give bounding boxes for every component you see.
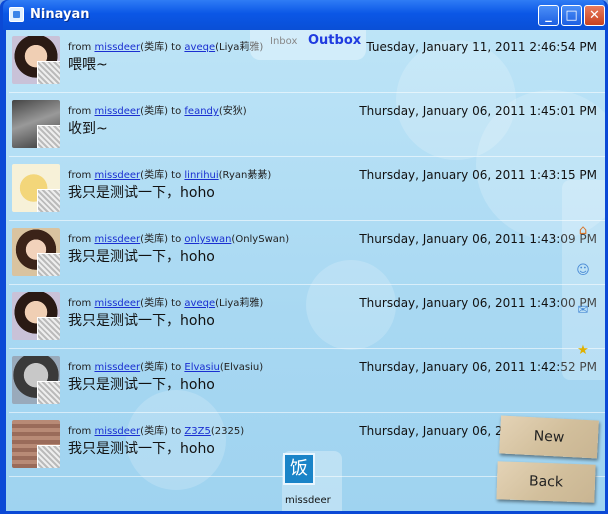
tab-inbox[interactable]: Inbox (270, 36, 297, 47)
new-button[interactable]: New (499, 415, 599, 459)
sidebar-toolbar: ⌂ ☺ ✉ ★ (562, 180, 605, 380)
message-meta: from missdeer(类库) to aveqe(Liya莉雅) (68, 294, 263, 309)
message-timestamp: Tuesday, January 11, 2011 2:46:54 PM (366, 40, 597, 54)
message-timestamp: Thursday, January 06, 2011 1:45:01 PM (359, 104, 597, 118)
sender-avatar[interactable] (12, 420, 60, 468)
sender-link[interactable]: missdeer (94, 234, 140, 245)
recipient-link[interactable]: aveqe (184, 42, 215, 53)
sender-alias: (类库) (140, 298, 168, 309)
sender-link[interactable]: missdeer (94, 426, 140, 437)
message-row[interactable]: from missdeer(类库) to Elvasiu(Elvasiu) 我只是… (9, 350, 605, 413)
sender-link[interactable]: missdeer (94, 42, 140, 53)
recipient-link[interactable]: Z3Z5 (184, 426, 210, 437)
to-label: to (171, 106, 182, 117)
sender-alias: (类库) (140, 106, 168, 117)
from-label: from (68, 234, 92, 245)
recipient-alias: (Elvasiu) (219, 362, 264, 373)
recipient-link[interactable]: Elvasiu (184, 362, 219, 373)
recipient-link[interactable]: onlyswan (184, 234, 231, 245)
sender-alias: (类库) (140, 362, 168, 373)
sender-link[interactable]: missdeer (94, 298, 140, 309)
sender-link[interactable]: missdeer (94, 362, 140, 373)
message-text: 喂喂~ (68, 57, 108, 73)
title-bar[interactable]: Ninayan _ □ ✕ (3, 0, 605, 30)
recipient-avatar-thumb (37, 189, 60, 212)
to-label: to (171, 170, 182, 181)
app-window-icon[interactable] (9, 7, 24, 22)
mailbox-tabs: Inbox Outbox (250, 30, 366, 60)
message-text: 我只是测试一下，hoho (68, 377, 215, 393)
close-button[interactable]: ✕ (584, 5, 605, 26)
star-icon[interactable]: ★ (574, 342, 592, 360)
to-label: to (171, 234, 182, 245)
message-text: 我只是测试一下，hoho (68, 249, 215, 265)
recipient-alias: (2325) (210, 426, 245, 437)
current-user-logo[interactable]: 饭 (283, 453, 315, 485)
app-window: Ninayan _ □ ✕ from missdeer(类库) to aveqe… (0, 0, 608, 514)
message-timestamp: Thursday, January 06, 2011 1:43:15 PM (359, 168, 597, 182)
sender-alias: (类库) (140, 42, 168, 53)
message-row[interactable]: from missdeer(类库) to onlyswan(OnlySwan) 我… (9, 222, 605, 285)
recipient-avatar-thumb (37, 253, 60, 276)
sender-avatar[interactable] (12, 164, 60, 212)
recipient-avatar-thumb (37, 381, 60, 404)
message-meta: from missdeer(类库) to feandy(安狄) (68, 102, 247, 117)
sender-link[interactable]: missdeer (94, 170, 140, 181)
sender-avatar[interactable] (12, 292, 60, 340)
from-label: from (68, 170, 92, 181)
window-title: Ninayan (30, 7, 90, 22)
message-meta: from missdeer(类库) to Z3Z5(2325) (68, 422, 244, 437)
from-label: from (68, 426, 92, 437)
recipient-alias: (OnlySwan) (231, 234, 290, 245)
recipient-alias: (Liya莉雅) (215, 298, 264, 309)
sender-avatar[interactable] (12, 356, 60, 404)
to-label: to (171, 426, 182, 437)
sender-alias: (类库) (140, 426, 168, 437)
message-text: 收到~ (68, 121, 108, 137)
to-label: to (171, 42, 182, 53)
from-label: from (68, 298, 92, 309)
message-text: 我只是测试一下，hoho (68, 441, 215, 457)
current-user-name: missdeer (285, 495, 331, 506)
tab-outbox[interactable]: Outbox (308, 33, 361, 48)
sender-alias: (类库) (140, 234, 168, 245)
message-row[interactable]: from missdeer(类库) to aveqe(Liya莉雅) 我只是测试一… (9, 286, 605, 349)
message-meta: from missdeer(类库) to Elvasiu(Elvasiu) (68, 358, 263, 373)
smiley-icon[interactable]: ☺ (574, 262, 592, 280)
to-label: to (171, 362, 182, 373)
mail-icon[interactable]: ✉ (574, 302, 592, 320)
sender-alias: (类库) (140, 170, 168, 181)
sender-link[interactable]: missdeer (94, 106, 140, 117)
message-meta: from missdeer(类库) to linrihui(Ryan綦綦) (68, 166, 271, 181)
recipient-link[interactable]: feandy (184, 106, 218, 117)
message-meta: from missdeer(类库) to aveqe(Liya莉雅) (68, 38, 263, 53)
message-meta: from missdeer(类库) to onlyswan(OnlySwan) (68, 230, 289, 245)
home-icon[interactable]: ⌂ (574, 222, 592, 240)
message-row[interactable]: from missdeer(类库) to feandy(安狄) 收到~ Thursd… (9, 94, 605, 157)
from-label: from (68, 362, 92, 373)
recipient-alias: (安狄) (218, 106, 247, 117)
sender-avatar[interactable] (12, 228, 60, 276)
message-text: 我只是测试一下，hoho (68, 185, 215, 201)
recipient-avatar-thumb (37, 61, 60, 84)
recipient-avatar-thumb (37, 317, 60, 340)
message-text: 我只是测试一下，hoho (68, 313, 215, 329)
maximize-button[interactable]: □ (561, 5, 582, 26)
sender-avatar[interactable] (12, 100, 60, 148)
recipient-link[interactable]: aveqe (184, 298, 215, 309)
sender-avatar[interactable] (12, 36, 60, 84)
message-panel: from missdeer(类库) to aveqe(Liya莉雅) 喂喂~ Tue… (6, 30, 605, 511)
back-button[interactable]: Back (496, 461, 596, 503)
from-label: from (68, 42, 92, 53)
recipient-alias: (Ryan綦綦) (218, 170, 272, 181)
recipient-link[interactable]: linrihui (184, 170, 218, 181)
recipient-avatar-thumb (37, 445, 60, 468)
minimize-button[interactable]: _ (538, 5, 559, 26)
message-row[interactable]: from missdeer(类库) to linrihui(Ryan綦綦) 我只是… (9, 158, 605, 221)
from-label: from (68, 106, 92, 117)
recipient-avatar-thumb (37, 125, 60, 148)
to-label: to (171, 298, 182, 309)
